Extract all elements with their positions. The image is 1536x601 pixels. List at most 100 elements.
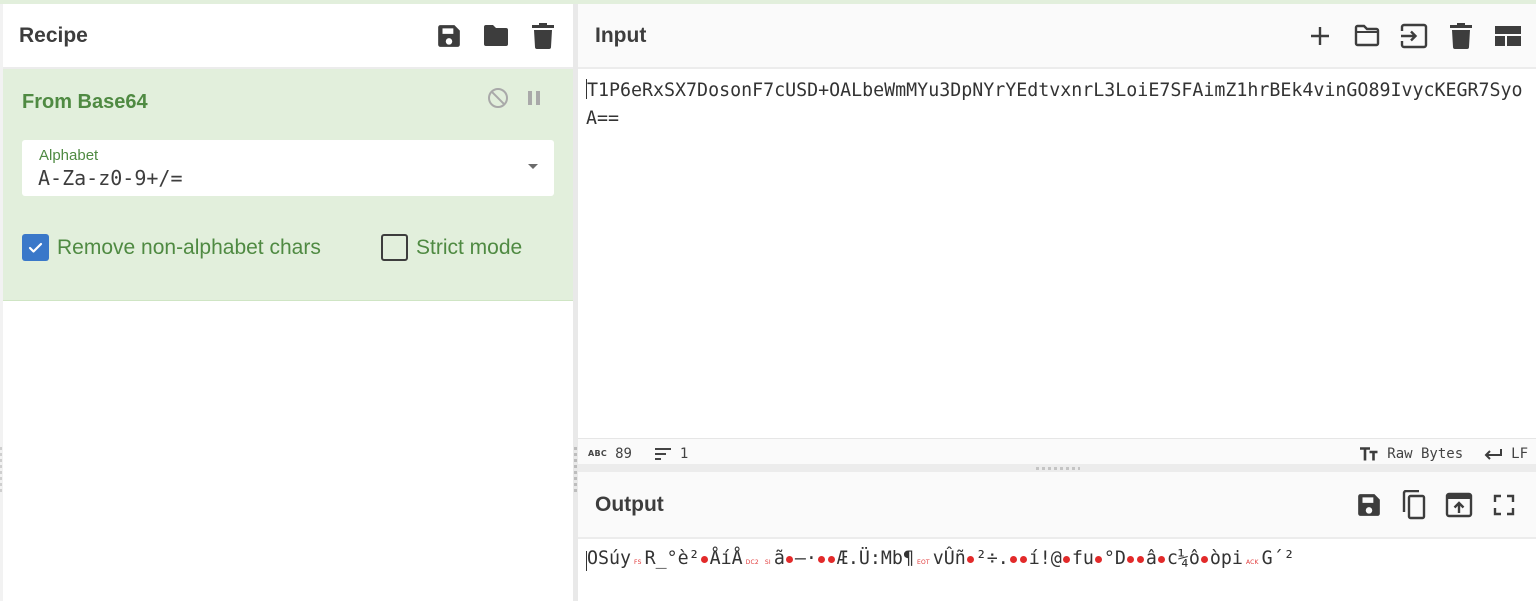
alphabet-value: A-Za-z0-9+/=	[38, 166, 183, 190]
input-encoding-button[interactable]: Raw Bytes	[1359, 446, 1463, 462]
return-arrow-icon	[1484, 448, 1503, 460]
output-text-segment: ÅíÅ	[709, 548, 743, 569]
nonprintable-dot	[701, 555, 709, 563]
output-text-segment: vÛñ	[932, 548, 966, 569]
nonprintable-dot	[1158, 555, 1166, 563]
operation-from-base64[interactable]: From Base64 Alphabet A-Za-z0-9+/= Remove…	[3, 69, 573, 301]
nonprintable-dot	[1095, 555, 1103, 563]
output-text-segment: í!@	[1028, 548, 1062, 569]
clear-input-button[interactable]	[1444, 19, 1477, 52]
replace-input-button[interactable]	[1442, 488, 1475, 521]
open-folder-button[interactable]	[1397, 19, 1430, 52]
output-text-segment: ²÷.	[975, 548, 1009, 569]
output-text-segment: —·	[794, 548, 817, 569]
lines-icon	[654, 447, 671, 460]
checkbox-checked[interactable]	[22, 234, 49, 261]
disable-operation-button[interactable]	[487, 87, 509, 109]
recipe-header: Recipe	[3, 4, 573, 69]
nonprintable-dot	[1127, 555, 1135, 563]
output-title: Output	[595, 492, 664, 516]
abc-icon: ABC	[588, 449, 608, 458]
add-input-tab-button[interactable]	[1303, 19, 1336, 52]
folder-icon	[483, 24, 508, 46]
input-header: Input	[578, 4, 1536, 69]
output-text-segment: G´²	[1261, 548, 1295, 569]
nonprintable-dot	[828, 555, 836, 563]
input-text-value: T1P6eRxSX7DosonF7cUSD+OALbeWmMYu3DpNYrYE…	[586, 80, 1523, 129]
checkbox-unchecked[interactable]	[381, 234, 408, 261]
remove-non-alphabet-label: Remove non-alphabet chars	[57, 235, 321, 259]
recipe-title: Recipe	[19, 23, 88, 47]
plus-icon	[1310, 26, 1329, 45]
nonprintable-dot	[818, 555, 826, 563]
eol-button[interactable]: LF	[1483, 446, 1528, 462]
alphabet-label: Alphabet	[39, 147, 99, 164]
save-recipe-button[interactable]	[432, 19, 465, 52]
nonprintable-dot	[1020, 555, 1028, 563]
left-resize-handle[interactable]	[0, 447, 2, 493]
horizontal-resize-grip[interactable]	[1036, 467, 1080, 470]
clear-recipe-button[interactable]	[526, 19, 559, 52]
save-icon	[1357, 493, 1380, 516]
line-count-value: 1	[679, 445, 689, 462]
reset-layout-button[interactable]	[1491, 19, 1524, 52]
trash-icon	[531, 22, 554, 49]
input-textarea[interactable]: T1P6eRxSX7DosonF7cUSD+OALbeWmMYu3DpNYrYE…	[586, 77, 1530, 133]
control-char-si: SI	[764, 559, 771, 566]
chevron-down-icon	[528, 164, 538, 169]
control-char-eot: EOT	[916, 559, 930, 566]
encoding-label: Raw Bytes	[1387, 445, 1464, 462]
output-text-segment: Æ.Ü:Mb¶	[836, 548, 914, 569]
breakpoint-button[interactable]	[523, 87, 545, 109]
nonprintable-dot	[1201, 555, 1209, 563]
replace-input-icon	[1445, 492, 1472, 517]
line-count: 1	[654, 446, 688, 462]
output-header: Output	[578, 472, 1536, 539]
trash-icon	[1449, 22, 1472, 49]
layout-icon	[1494, 25, 1521, 46]
control-char-dc2: DC2	[745, 559, 759, 566]
control-char-fs: FS	[634, 559, 642, 566]
text-type-icon	[1360, 446, 1378, 460]
strict-mode-checkbox[interactable]: Strict mode	[381, 234, 522, 261]
output-text-segment: °D	[1103, 548, 1126, 569]
save-output-button[interactable]	[1352, 488, 1385, 521]
strict-mode-label: Strict mode	[416, 235, 523, 259]
input-panel: Input T1P6eRxSX7DosonF7cUSD+OALbeWmMYu3D…	[578, 4, 1536, 468]
maximize-output-button[interactable]	[1487, 488, 1520, 521]
output-text-segment: fu	[1071, 548, 1094, 569]
load-recipe-button[interactable]	[479, 19, 512, 52]
output-text-segment: R_°è²	[644, 548, 700, 569]
output-text-value: OSúy FS R_°è² ÅíÅ DC2 SI ã —· Æ.Ü:Mb¶ EOT vÛñ ²÷. í!…	[587, 545, 1295, 577]
eol-label: LF	[1511, 445, 1528, 462]
copy-output-button[interactable]	[1397, 488, 1430, 521]
output-text-segment: c¼ô	[1166, 548, 1200, 569]
alphabet-select[interactable]: Alphabet A-Za-z0-9+/=	[22, 140, 554, 196]
nonprintable-dot	[1010, 555, 1018, 563]
operation-title: From Base64	[22, 91, 148, 113]
output-text-segment: â	[1145, 548, 1157, 569]
output-text-area[interactable]: OSúy FS R_°è² ÅíÅ DC2 SI ã —· Æ.Ü:Mb¶ EOT vÛñ ²÷. í!…	[586, 545, 1295, 577]
nonprintable-dot	[967, 555, 975, 563]
output-text-segment: òpi	[1209, 548, 1243, 569]
folder-open-icon	[1354, 24, 1379, 46]
input-title: Input	[595, 23, 647, 47]
char-count: ABC 89	[588, 446, 632, 462]
remove-non-alphabet-checkbox[interactable]: Remove non-alphabet chars	[22, 234, 321, 261]
vertical-resize-grip[interactable]	[574, 447, 577, 493]
disable-icon	[488, 88, 508, 108]
copy-icon	[1402, 489, 1425, 519]
recipe-panel: Recipe From Base64 Alphabet A-Za-z0-9+/=…	[3, 4, 573, 601]
output-text-segment: ã	[773, 548, 785, 569]
open-file-button[interactable]	[1350, 19, 1383, 52]
char-count-value: 89	[615, 445, 632, 462]
nonprintable-dot	[1137, 555, 1145, 563]
maximize-icon	[1493, 494, 1514, 515]
pause-icon	[528, 91, 540, 105]
control-char-ack: ACK	[1245, 559, 1259, 566]
output-text-segment: OSúy	[587, 548, 632, 569]
save-icon	[437, 24, 460, 47]
import-icon	[1400, 23, 1427, 48]
nonprintable-dot	[786, 555, 794, 563]
checkmark-icon	[28, 242, 43, 253]
